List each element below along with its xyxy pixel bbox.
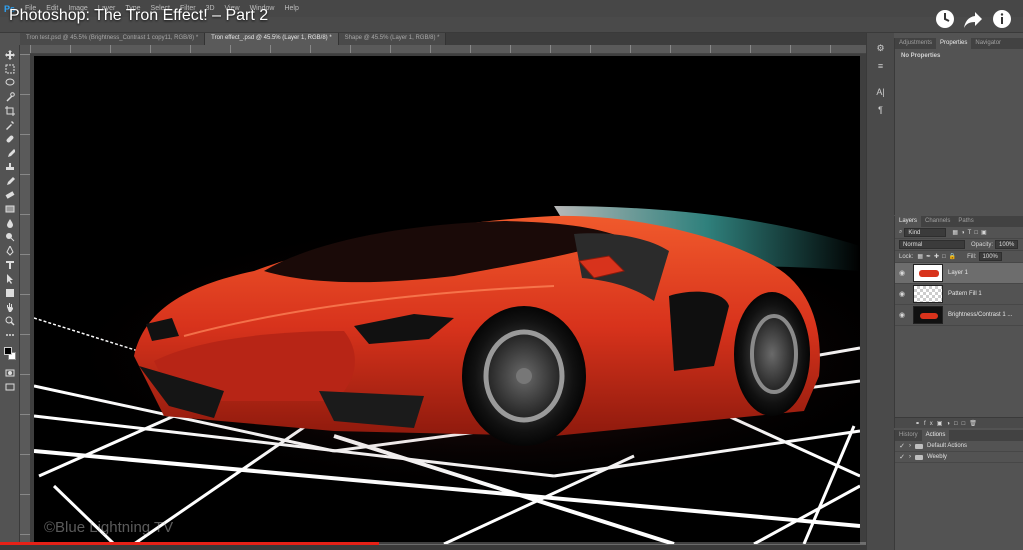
layer-row-layer-1[interactable]: ◉ Layer 1: [895, 263, 1023, 284]
properties-panel: Adjustments Properties Navigator No Prop…: [894, 38, 1023, 215]
info-icon[interactable]: [991, 8, 1013, 30]
share-icon[interactable]: [962, 8, 984, 30]
visibility-eye-icon[interactable]: ◉: [895, 290, 909, 298]
screen-mode-icon[interactable]: [3, 380, 17, 393]
action-set-default[interactable]: ✓ › Default Actions: [895, 441, 1023, 452]
zoom-tool-icon[interactable]: [3, 314, 17, 327]
layer-name: Brightness/Contrast 1 ...: [948, 312, 1013, 318]
layer-filter-row: ⌕ Kind ▦◑T□▣: [895, 227, 1023, 239]
document-tabs: Tron test.psd @ 45.5% (Brightness_Contra…: [20, 33, 866, 45]
crop-tool-icon[interactable]: [3, 104, 17, 117]
action-set-label: Default Actions: [927, 443, 968, 449]
quick-select-icon[interactable]: [3, 90, 17, 103]
ruler-horizontal: [30, 45, 866, 54]
color-swatches[interactable]: [3, 346, 17, 362]
video-title[interactable]: Photoshop: The Tron Effect! – Part 2: [9, 7, 268, 25]
opacity-label: Opacity:: [971, 241, 994, 248]
action-set-weebly[interactable]: ✓ › Weebly: [895, 452, 1023, 463]
blend-mode-select[interactable]: Normal: [899, 240, 965, 249]
healing-brush-icon[interactable]: [3, 132, 17, 145]
lock-icons[interactable]: ▦✒✚□🔒: [917, 253, 959, 260]
lock-label: Lock:: [899, 253, 914, 260]
actions-panel: History Actions ✓ › Default Actions ✓ › …: [894, 430, 1023, 550]
check-icon[interactable]: ✓: [895, 442, 909, 450]
check-icon[interactable]: ✓: [895, 453, 909, 461]
marquee-tool-icon[interactable]: [3, 62, 17, 75]
tab-actions[interactable]: Actions: [921, 430, 950, 441]
blur-tool-icon[interactable]: [3, 216, 17, 229]
video-progress-fill[interactable]: [0, 542, 379, 545]
more-tools-icon[interactable]: [3, 328, 17, 341]
fill-label: Fill:: [967, 253, 977, 260]
folder-icon: [915, 454, 923, 460]
layer-thumbnail: [913, 285, 943, 303]
history-brush-icon[interactable]: [3, 174, 17, 187]
document-canvas[interactable]: ©Blue Lightning TV: [34, 56, 860, 544]
character-panel-icon[interactable]: A|: [874, 87, 888, 99]
tab-channels[interactable]: Channels: [921, 216, 954, 227]
layer-row-pattern-fill[interactable]: ◉ Pattern Fill 1: [895, 284, 1023, 305]
tab-paths[interactable]: Paths: [954, 216, 977, 227]
properties-body: No Properties: [901, 53, 941, 59]
layers-tabs: Layers Channels Paths: [895, 216, 1023, 227]
search-icon: ⌕: [899, 229, 903, 235]
eraser-icon[interactable]: [3, 188, 17, 201]
layer-filter-select[interactable]: Kind: [904, 228, 947, 237]
watch-later-icon[interactable]: [934, 8, 956, 30]
adjust-sliders-icon[interactable]: ≡: [874, 61, 888, 73]
type-tool-icon[interactable]: [3, 258, 17, 271]
canvas-area: ©Blue Lightning TV: [30, 54, 866, 544]
gradient-icon[interactable]: [3, 202, 17, 215]
move-tool-icon[interactable]: [3, 48, 17, 61]
expand-chevron-icon[interactable]: ›: [909, 443, 911, 449]
dodge-tool-icon[interactable]: [3, 230, 17, 243]
layer-thumbnail: [913, 306, 943, 324]
clone-stamp-icon[interactable]: [3, 160, 17, 173]
pen-tool-icon[interactable]: [3, 244, 17, 257]
properties-tabs: Adjustments Properties Navigator: [895, 38, 1023, 49]
lock-row: Lock: ▦✒✚□🔒 Fill: 100%: [895, 251, 1023, 263]
tab-navigator[interactable]: Navigator: [971, 38, 1005, 49]
action-set-label: Weebly: [927, 454, 947, 460]
collapsed-panels-strip: ⚙ ≡ A| ¶: [866, 33, 894, 550]
brush-tool-icon[interactable]: [3, 146, 17, 159]
watermark: ©Blue Lightning TV: [44, 519, 174, 536]
tab-properties[interactable]: Properties: [936, 38, 972, 49]
car-artwork: [34, 206, 860, 544]
tab-tron-test[interactable]: Tron test.psd @ 45.5% (Brightness_Contra…: [20, 33, 206, 45]
visibility-eye-icon[interactable]: ◉: [895, 311, 909, 319]
path-select-icon[interactable]: [3, 272, 17, 285]
layer-row-brightness-contrast[interactable]: ◉ Brightness/Contrast 1 ...: [895, 305, 1023, 326]
shape-tool-icon[interactable]: [3, 286, 17, 299]
blend-row: Normal Opacity: 100%: [895, 239, 1023, 251]
tab-tron-effect[interactable]: Tron effect_.psd @ 45.5% (Layer 1, RGB/8…: [205, 33, 339, 45]
quick-mask-icon[interactable]: [3, 366, 17, 379]
layers-footer: ⚭fx▣◑□□🗑: [895, 417, 1023, 428]
menu-help[interactable]: Help: [284, 5, 298, 12]
brush-settings-icon[interactable]: ⚙: [874, 43, 888, 55]
layer-name: Layer 1: [948, 270, 969, 276]
layers-panel: Layers Channels Paths ⌕ Kind ▦◑T□▣ Norma…: [894, 216, 1023, 428]
tab-adjustments[interactable]: Adjustments: [895, 38, 936, 49]
foreground-color[interactable]: [3, 347, 12, 355]
folder-icon: [915, 443, 923, 449]
ruler-vertical: [20, 54, 30, 550]
tools-panel: [0, 45, 20, 550]
tab-history[interactable]: History: [895, 430, 922, 441]
eyedropper-icon[interactable]: [3, 118, 17, 131]
visibility-eye-icon[interactable]: ◉: [895, 269, 909, 277]
layer-name: Pattern Fill 1: [948, 291, 982, 297]
layers-footer-icons[interactable]: ⚭fx▣◑□□🗑: [915, 421, 981, 427]
fill-field[interactable]: 100%: [978, 252, 1002, 261]
actions-tabs: History Actions: [895, 430, 1023, 441]
layer-filter-icons[interactable]: ▦◑T□▣: [952, 229, 989, 236]
lasso-tool-icon[interactable]: [3, 76, 17, 89]
hand-tool-icon[interactable]: [3, 300, 17, 313]
tab-layers[interactable]: Layers: [895, 216, 922, 227]
expand-chevron-icon[interactable]: ›: [909, 454, 911, 460]
tab-shape[interactable]: Shape @ 45.5% (Layer 1, RGB/8) *: [338, 33, 447, 45]
paragraph-panel-icon[interactable]: ¶: [874, 105, 888, 117]
layer-thumbnail: [913, 264, 943, 282]
opacity-field[interactable]: 100%: [995, 240, 1019, 249]
